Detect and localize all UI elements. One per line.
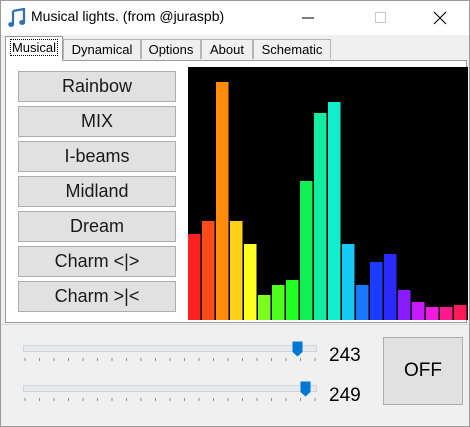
sensitivity-slider[interactable] xyxy=(23,381,319,411)
spectrum-bar xyxy=(202,221,215,320)
tab-schematic[interactable]: Schematic xyxy=(253,39,331,59)
spectrum-bar xyxy=(342,244,355,320)
tab-musical[interactable]: Musical xyxy=(5,36,63,61)
mix-button[interactable]: MIX xyxy=(18,106,176,137)
spectrum-bar xyxy=(314,113,327,320)
slider-track xyxy=(23,345,317,352)
spectrum-bar xyxy=(384,254,397,320)
charm-outward-button[interactable]: Charm <|> xyxy=(18,246,176,277)
slider-ticks xyxy=(24,398,316,401)
slider-thumb[interactable] xyxy=(300,381,311,397)
spectrum-bar xyxy=(454,305,467,320)
charm-inward-button[interactable]: Charm >|< xyxy=(18,281,176,312)
slider-track xyxy=(23,385,317,392)
spectrum-bars xyxy=(188,82,467,320)
spectrum-bar xyxy=(244,244,257,320)
slider-2-value: 249 xyxy=(329,385,361,406)
spectrum-bar xyxy=(272,285,285,320)
minimize-button[interactable] xyxy=(285,1,331,35)
spectrum-bar xyxy=(356,285,369,320)
spectrum-bar xyxy=(440,307,453,320)
spectrum-bar xyxy=(370,262,383,320)
spectrum-bar xyxy=(412,302,425,320)
music-note-icon xyxy=(8,7,26,28)
app-window: Musical lights. (from @juraspb) Musical … xyxy=(0,0,470,427)
minimize-icon xyxy=(302,17,314,19)
i-beams-button[interactable]: I-beams xyxy=(18,141,176,172)
spectrum-bar xyxy=(258,295,271,320)
spectrum-bar xyxy=(398,290,411,320)
tab-about[interactable]: About xyxy=(201,39,253,59)
separator xyxy=(1,324,469,325)
brightness-slider[interactable] xyxy=(23,341,319,371)
power-off-button[interactable]: OFF xyxy=(383,337,463,405)
spectrum-bar xyxy=(426,307,439,320)
spectrum-bar xyxy=(328,102,341,320)
rainbow-button[interactable]: Rainbow xyxy=(18,71,176,102)
spectrum-bar xyxy=(286,280,299,320)
tab-options[interactable]: Options xyxy=(141,39,201,59)
spectrum-bar xyxy=(188,234,201,320)
maximize-button[interactable] xyxy=(357,1,403,35)
slider-thumb[interactable] xyxy=(292,341,303,357)
tab-dynamical[interactable]: Dynamical xyxy=(63,39,141,59)
spectrum-bar xyxy=(230,221,243,320)
slider-ticks xyxy=(24,358,316,361)
close-button[interactable] xyxy=(417,1,463,35)
maximize-icon xyxy=(375,12,386,23)
spectrum-bar xyxy=(300,181,313,320)
slider-1-value: 243 xyxy=(329,345,361,366)
tab-bar: Musical Dynamical Options About Schemati… xyxy=(1,36,469,61)
spectrum-bar xyxy=(216,82,229,320)
spectrum-visualizer xyxy=(188,67,468,320)
midland-button[interactable]: Midland xyxy=(18,176,176,207)
title-bar: Musical lights. (from @juraspb) xyxy=(1,1,469,35)
window-title: Musical lights. (from @juraspb) xyxy=(31,8,225,24)
musical-panel: Rainbow MIX I-beams Midland Dream Charm … xyxy=(5,60,468,323)
close-icon xyxy=(433,11,447,25)
dream-button[interactable]: Dream xyxy=(18,211,176,242)
